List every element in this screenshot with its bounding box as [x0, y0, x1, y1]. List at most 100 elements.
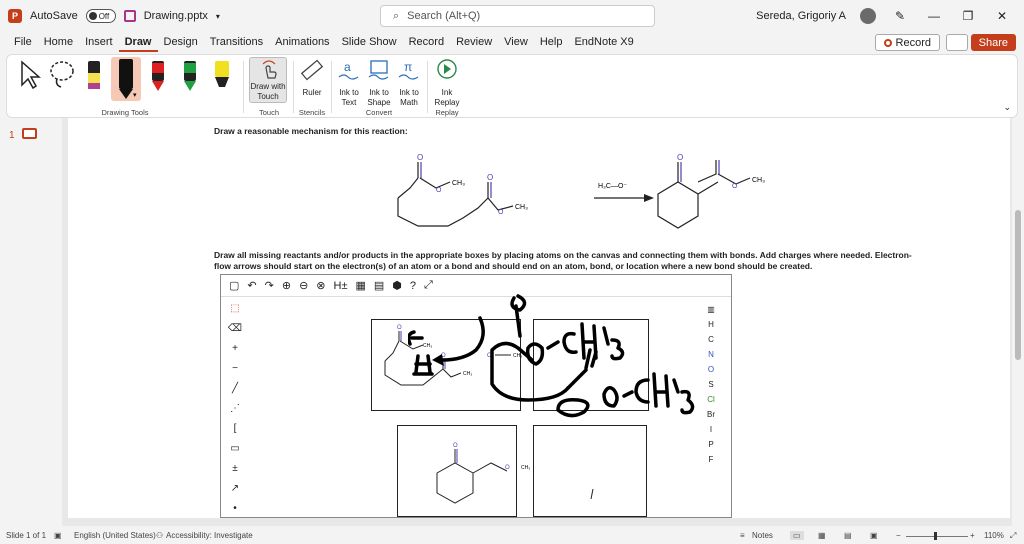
slideshow-icon[interactable]: ▣: [870, 531, 878, 540]
settings-icon[interactable]: ⬢: [392, 279, 402, 292]
chevron-down-icon[interactable]: ▾: [216, 12, 220, 21]
svg-text:a: a: [344, 60, 351, 74]
replay-icon: [437, 59, 457, 79]
scrollbar-thumb[interactable]: [1015, 210, 1021, 360]
svg-text:CH₃: CH₃: [515, 204, 528, 211]
tab-slide-show[interactable]: Slide Show: [336, 32, 403, 52]
charge-plus-icon[interactable]: +: [232, 343, 238, 354]
dot-tool-icon[interactable]: •: [233, 503, 237, 514]
save-icon[interactable]: [123, 10, 136, 22]
ruler-button[interactable]: Ruler: [295, 57, 329, 98]
language-status[interactable]: English (United States): [74, 531, 156, 540]
ink-to-text-button[interactable]: a Ink to Text: [335, 57, 363, 108]
undo-icon[interactable]: ↶: [247, 279, 256, 292]
rectangle-tool-icon[interactable]: ▭: [230, 443, 239, 454]
pen-green-icon[interactable]: [181, 59, 199, 97]
reading-view-icon[interactable]: ▤: [844, 531, 852, 540]
ink-to-shape-button[interactable]: Ink to Shape: [365, 57, 393, 108]
accessibility-status[interactable]: Accessibility: Investigate: [166, 531, 253, 540]
ink-to-shape-icon: [368, 60, 389, 80]
spellcheck-icon[interactable]: ▣: [54, 531, 62, 540]
editor-left-toolbar: ⬚ ⌫ + − ╱ ⋰ [ ▭ ± ↗ •: [225, 303, 245, 514]
tab-view[interactable]: View: [498, 32, 534, 52]
arrow-tool-icon[interactable]: ±: [232, 463, 238, 474]
file-name[interactable]: Drawing.pptx: [144, 10, 208, 22]
zoom-level[interactable]: 110%: [984, 531, 1004, 540]
fit-to-window-icon[interactable]: ⤢: [1010, 531, 1016, 541]
element-f[interactable]: F: [709, 455, 714, 464]
autosave-toggle[interactable]: Off: [85, 9, 116, 23]
zoom-in-button[interactable]: +: [970, 531, 975, 540]
zoom-out-icon[interactable]: ⊖: [299, 279, 308, 292]
zoom-out-button[interactable]: −: [896, 531, 901, 540]
minimize-button[interactable]: —: [924, 9, 944, 23]
autosave-label: AutoSave: [30, 10, 78, 22]
redo-icon[interactable]: ↷: [265, 279, 274, 292]
svg-text:O: O: [397, 325, 402, 331]
zoom-slider[interactable]: [906, 536, 968, 537]
drawing-tools-group: ▾ Drawing Tools: [7, 55, 243, 119]
share-button[interactable]: Share: [970, 34, 1016, 51]
reaction-scheme: O O CH₃ O O CH₃ H₃C—O⁻ O: [397, 153, 719, 229]
select-tool-icon[interactable]: ⬚: [230, 303, 239, 314]
curved-arrow-tool-icon[interactable]: ↗: [231, 483, 239, 494]
lasso-icon[interactable]: [47, 59, 77, 89]
eraser-icon[interactable]: ⌫: [228, 323, 242, 334]
new-document-icon[interactable]: ▢: [229, 279, 239, 292]
tab-transitions[interactable]: Transitions: [204, 32, 269, 52]
select-arrow-icon[interactable]: [17, 59, 41, 89]
tab-insert[interactable]: Insert: [79, 32, 119, 52]
zoom-slider-thumb[interactable]: [934, 532, 937, 540]
pen-black-selected[interactable]: ▾: [111, 57, 141, 101]
bracket-tool-icon[interactable]: [: [234, 423, 237, 434]
collapse-ribbon-icon[interactable]: ⌄: [1003, 102, 1011, 113]
tab-help[interactable]: Help: [534, 32, 569, 52]
powerpoint-logo-icon: P: [8, 9, 22, 23]
notes-icon: ≡: [740, 531, 745, 540]
clean-icon[interactable]: ▦: [355, 279, 365, 292]
pen-yellow-icon[interactable]: [85, 59, 103, 97]
pen-icon[interactable]: ✎: [890, 9, 910, 23]
tab-animations[interactable]: Animations: [269, 32, 335, 52]
tab-review[interactable]: Review: [450, 32, 498, 52]
hydrogens-icon[interactable]: H±: [334, 280, 348, 292]
zoom-in-icon[interactable]: ⊕: [282, 279, 291, 292]
slide-sorter-icon[interactable]: ▦: [818, 531, 826, 540]
svg-text:▾: ▾: [133, 92, 137, 99]
tab-file[interactable]: File: [8, 32, 38, 52]
notes-button[interactable]: Notes: [752, 531, 773, 540]
tab-draw[interactable]: Draw: [118, 32, 158, 52]
zoom-fit-icon[interactable]: ⊗: [316, 279, 325, 292]
normal-view-icon[interactable]: ▭: [790, 531, 804, 540]
draw-with-touch-button[interactable]: Draw with Touch: [249, 57, 287, 103]
avatar[interactable]: [860, 8, 876, 24]
charge-minus-icon[interactable]: −: [232, 363, 238, 374]
slide-thumbnail[interactable]: [22, 128, 37, 139]
highlighter-yellow-icon[interactable]: [213, 59, 231, 97]
touch-hand-icon: [262, 60, 277, 79]
vertical-scrollbar[interactable]: [1014, 120, 1022, 526]
close-button[interactable]: ✕: [992, 9, 1012, 23]
status-bar: Slide 1 of 1 ▣ English (United States) ⚇…: [0, 528, 1024, 544]
tab-record[interactable]: Record: [403, 32, 450, 52]
comment-button[interactable]: [946, 34, 968, 51]
pen-red-icon[interactable]: [149, 59, 167, 97]
record-button[interactable]: Record: [874, 34, 940, 51]
tab-endnote[interactable]: EndNote X9: [568, 32, 639, 52]
convert-group: a Ink to Text Ink to Shape π Ink to Math…: [333, 55, 425, 119]
chain-tool-icon[interactable]: ⋰: [230, 403, 240, 414]
ink-replay-button[interactable]: Ink Replay: [431, 57, 463, 108]
svg-text:O: O: [677, 153, 683, 162]
restore-button[interactable]: ❐: [958, 9, 978, 23]
stereo-icon[interactable]: ▤: [374, 279, 384, 292]
svg-text:CH₃: CH₃: [452, 180, 465, 187]
tab-home[interactable]: Home: [38, 32, 79, 52]
svg-text:CH₃: CH₃: [521, 465, 530, 471]
ink-to-math-button[interactable]: π Ink to Math: [395, 57, 423, 108]
search-input[interactable]: ⌕ Search (Alt+Q): [380, 5, 655, 27]
replay-group: Ink Replay Replay: [429, 55, 465, 119]
svg-text:O: O: [732, 183, 738, 190]
tab-design[interactable]: Design: [158, 32, 204, 52]
bond-tool-icon[interactable]: ╱: [232, 383, 238, 394]
slide-canvas[interactable]: Draw a reasonable mechanism for this rea…: [68, 118, 1010, 518]
